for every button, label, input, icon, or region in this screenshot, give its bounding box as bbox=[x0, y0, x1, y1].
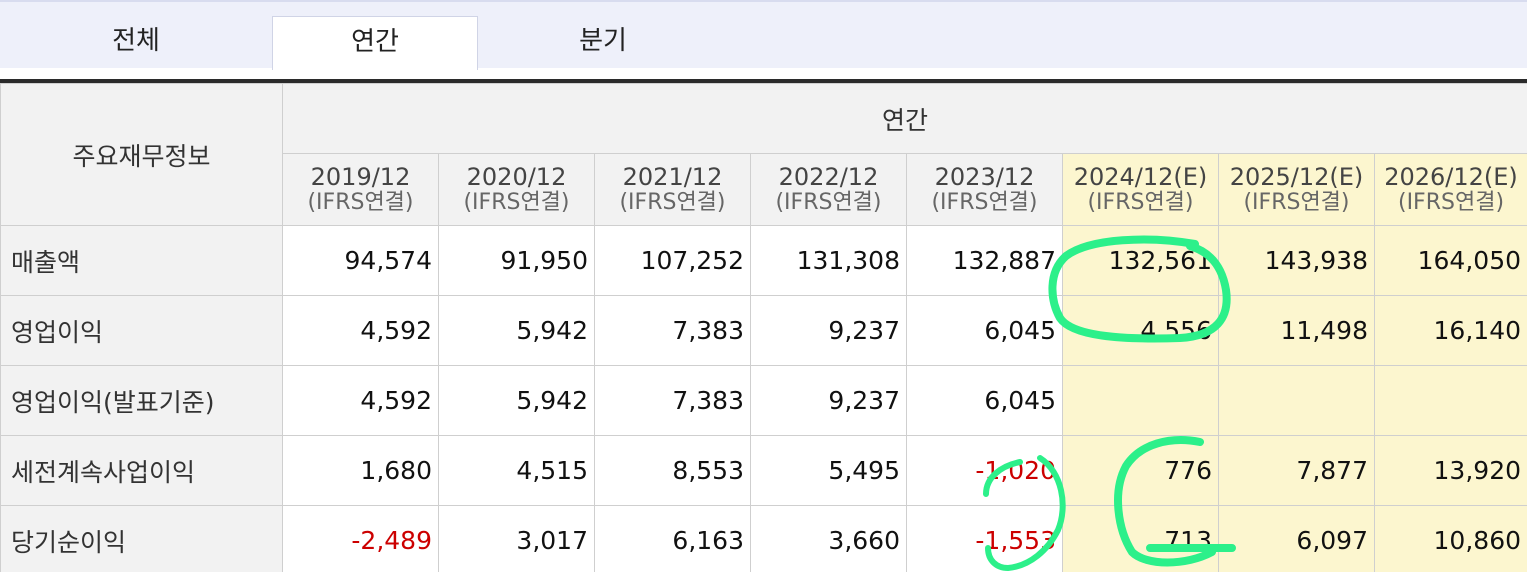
table-cell: 91,950 bbox=[438, 225, 595, 296]
table-cell bbox=[1218, 365, 1375, 436]
table-cell: 3,660 bbox=[750, 505, 907, 572]
period-basis: (IFRS연결) bbox=[307, 189, 414, 215]
table-cell: 11,498 bbox=[1218, 295, 1375, 366]
period-label: 2025/12(E) bbox=[1229, 162, 1364, 191]
table-row: 매출액 94,574 91,950 107,252 131,308 132,887 132,… bbox=[0, 225, 1527, 296]
table-cell: 5,495 bbox=[750, 435, 907, 506]
table-cell: 4,592 bbox=[282, 295, 439, 366]
table-cell: 8,553 bbox=[594, 435, 751, 506]
period-label: 2024/12(E) bbox=[1073, 162, 1208, 191]
period-header-7: 2026/12(E) (IFRS연결) bbox=[1373, 153, 1527, 226]
table-body: 매출액 94,574 91,950 107,252 131,308 132,887 132,… bbox=[0, 225, 1527, 572]
table-cell: -1,020 bbox=[906, 435, 1063, 506]
group-header-annual: 연간 bbox=[281, 83, 1527, 154]
table-row: 영업이익(발표기준) 4,592 5,942 7,383 9,237 6,045 bbox=[0, 365, 1527, 436]
table-cell: 6,163 bbox=[594, 505, 751, 572]
period-label: 2019/12 bbox=[310, 162, 411, 191]
period-basis: (IFRS연결) bbox=[1087, 189, 1194, 215]
table-row: 영업이익 4,592 5,942 7,383 9,237 6,045 4,556 11,498… bbox=[0, 295, 1527, 366]
period-tab-bar: 전체 연간 분기 bbox=[0, 0, 1527, 70]
period-label: 2020/12 bbox=[466, 162, 567, 191]
row-label[interactable]: 영업이익 bbox=[0, 295, 283, 366]
table-row: 당기순이익 -2,489 3,017 6,163 3,660 -1,553 713 6,097… bbox=[0, 505, 1527, 572]
table-cell: 713 bbox=[1062, 505, 1219, 572]
table-cell: 4,592 bbox=[282, 365, 439, 436]
table-cell: 6,045 bbox=[906, 365, 1063, 436]
row-label[interactable]: 매출액 bbox=[0, 225, 283, 296]
table-cell: 10,860 bbox=[1373, 505, 1527, 572]
table-cell: -1,553 bbox=[906, 505, 1063, 572]
period-header-0: 2019/12 (IFRS연결) bbox=[282, 153, 439, 226]
tab-quarter[interactable]: 분기 bbox=[478, 16, 728, 70]
table-cell: 94,574 bbox=[282, 225, 439, 296]
table-cell: 132,887 bbox=[906, 225, 1063, 296]
financial-summary-widget: 전체 연간 분기 주요재무정보 연간 2019/12 (IFRS연결) 2020/1… bbox=[0, 0, 1527, 572]
table-cell bbox=[1373, 365, 1527, 436]
period-header-4: 2023/12 (IFRS연결) bbox=[906, 153, 1063, 226]
period-label: 2021/12 bbox=[622, 162, 723, 191]
period-basis: (IFRS연결) bbox=[931, 189, 1038, 215]
period-label: 2022/12 bbox=[778, 162, 879, 191]
table-cell: 4,515 bbox=[438, 435, 595, 506]
table-cell: 6,045 bbox=[906, 295, 1063, 366]
table-cell: 6,097 bbox=[1218, 505, 1375, 572]
row-label[interactable]: 당기순이익 bbox=[0, 505, 283, 572]
table-cell: 5,942 bbox=[438, 365, 595, 436]
table-cell: 143,938 bbox=[1218, 225, 1375, 296]
financial-table: 주요재무정보 연간 2019/12 (IFRS연결) 2020/12 (IFRS연결)… bbox=[0, 83, 1527, 572]
period-basis: (IFRS연결) bbox=[775, 189, 882, 215]
table-cell: -2,489 bbox=[282, 505, 439, 572]
period-label: 2023/12 bbox=[934, 162, 1035, 191]
period-basis: (IFRS연결) bbox=[1243, 189, 1350, 215]
tab-annual[interactable]: 연간 bbox=[272, 16, 478, 70]
row-header-label: 주요재무정보 bbox=[0, 83, 283, 226]
table-row: 세전계속사업이익 1,680 4,515 8,553 5,495 -1,020 776 7,8… bbox=[0, 435, 1527, 506]
table-cell: 13,920 bbox=[1373, 435, 1527, 506]
table-cell: 1,680 bbox=[282, 435, 439, 506]
period-basis: (IFRS연결) bbox=[463, 189, 570, 215]
table-cell: 7,877 bbox=[1218, 435, 1375, 506]
period-header-3: 2022/12 (IFRS연결) bbox=[750, 153, 907, 226]
period-header-1: 2020/12 (IFRS연결) bbox=[438, 153, 595, 226]
period-basis: (IFRS연결) bbox=[1397, 189, 1505, 215]
table-cell: 132,561 bbox=[1062, 225, 1219, 296]
table-cell: 9,237 bbox=[750, 365, 907, 436]
table-cell: 7,383 bbox=[594, 365, 751, 436]
table-cell: 16,140 bbox=[1373, 295, 1527, 366]
table-cell: 3,017 bbox=[438, 505, 595, 572]
period-basis: (IFRS연결) bbox=[619, 189, 726, 215]
table-cell: 107,252 bbox=[594, 225, 751, 296]
tab-all[interactable]: 전체 bbox=[0, 16, 272, 70]
table-cell: 776 bbox=[1062, 435, 1219, 506]
table-cell: 7,383 bbox=[594, 295, 751, 366]
table-cell: 9,237 bbox=[750, 295, 907, 366]
table-cell: 4,556 bbox=[1062, 295, 1219, 366]
period-header-2: 2021/12 (IFRS연결) bbox=[594, 153, 751, 226]
period-header-6: 2025/12(E) (IFRS연결) bbox=[1218, 153, 1375, 226]
period-label: 2026/12(E) bbox=[1384, 162, 1518, 191]
table-cell: 164,050 bbox=[1373, 225, 1527, 296]
table-cell bbox=[1062, 365, 1219, 436]
row-label[interactable]: 세전계속사업이익 bbox=[0, 435, 283, 506]
table-cell: 131,308 bbox=[750, 225, 907, 296]
table-cell: 5,942 bbox=[438, 295, 595, 366]
row-label[interactable]: 영업이익(발표기준) bbox=[0, 365, 283, 436]
period-header-5: 2024/12(E) (IFRS연결) bbox=[1062, 153, 1219, 226]
